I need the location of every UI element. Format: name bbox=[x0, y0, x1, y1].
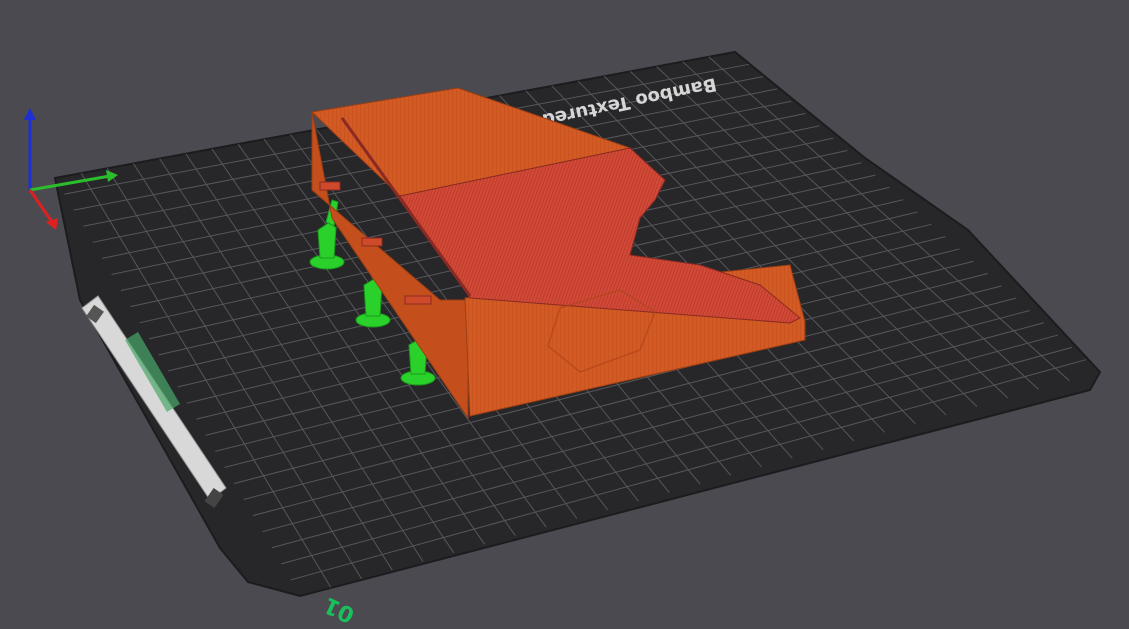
z-axis-arrow bbox=[24, 108, 36, 120]
y-axis bbox=[28, 189, 54, 223]
3d-viewport[interactable]: Bamboo Textured PEI Plate 01 bbox=[0, 0, 1129, 627]
plate-number: 01 bbox=[320, 592, 358, 625]
